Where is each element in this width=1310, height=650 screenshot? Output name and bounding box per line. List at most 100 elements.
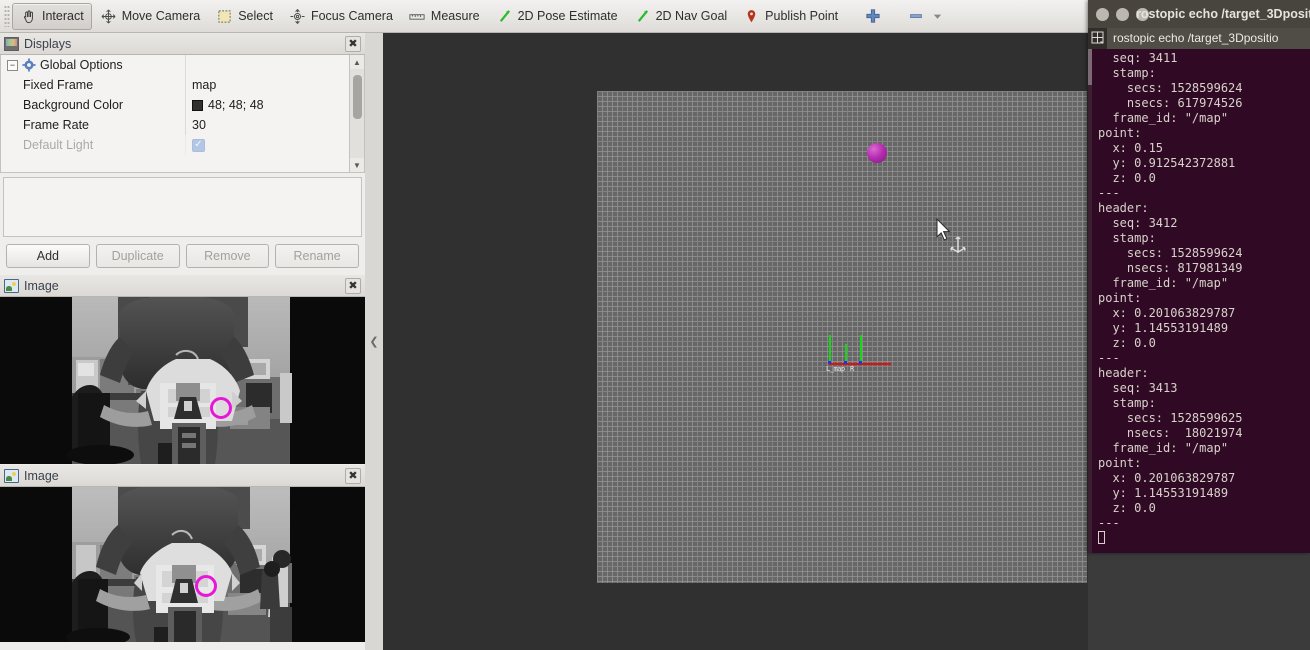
tree-row[interactable]: Fixed Frame map (1, 75, 364, 95)
duplicate-button[interactable]: Duplicate (95, 244, 180, 268)
tool-2d-pose-estimate-label: 2D Pose Estimate (517, 9, 618, 23)
tree-row[interactable]: Background Color 48; 48; 48 (1, 95, 364, 115)
tool-move-camera-label: Move Camera (121, 9, 201, 23)
tool-publish-point-label: Publish Point (765, 9, 839, 23)
image-icon (4, 278, 19, 293)
terminal-line: stamp: (1098, 231, 1156, 245)
chevron-down-icon (929, 8, 946, 25)
tool-add-new[interactable] (856, 3, 889, 30)
image-panel-1-close-icon[interactable]: ✖ (345, 278, 361, 294)
tool-remove-dropdown[interactable] (899, 3, 954, 30)
left-dock: Displays ✖ − Global Options Fixed Frame (0, 33, 365, 650)
remove-button[interactable]: Remove (185, 244, 270, 268)
tree-item-label: Background Color (23, 98, 124, 112)
image-panel-2-title: Image (24, 468, 59, 483)
terminal-line: point: (1098, 126, 1142, 140)
target-marker-overlay-2 (195, 575, 217, 597)
tool-measure[interactable]: Measure (401, 3, 488, 30)
scroll-down-icon[interactable]: ▼ (350, 158, 364, 172)
image-panel-1-header: Image ✖ (0, 275, 365, 297)
terminal-line: stamp: (1098, 396, 1156, 410)
tool-2d-nav-goal[interactable]: 2D Nav Goal (626, 3, 736, 30)
toolbar-drag-grip[interactable] (4, 5, 10, 27)
tree-row[interactable]: Default Light ✓ (1, 135, 364, 155)
tool-2d-pose-estimate[interactable]: 2D Pose Estimate (488, 3, 626, 30)
move-camera-icon (100, 8, 117, 25)
tool-select[interactable]: Select (208, 3, 281, 30)
minus-icon (907, 8, 924, 25)
terminal-cursor (1098, 531, 1105, 544)
image-panel-2-header: Image ✖ (0, 465, 365, 487)
terminal-line: nsecs: 617974526 (1098, 96, 1243, 110)
terminal-tab-title[interactable]: rostopic echo /target_3Dpositio (1107, 27, 1310, 49)
tree-item-label: Global Options (40, 58, 123, 72)
gear-icon (22, 58, 36, 72)
terminal-line: y: 0.912542372881 (1098, 156, 1236, 170)
displays-tree[interactable]: − Global Options Fixed Frame map Backgro… (0, 55, 365, 173)
terminal-line: seq: 3411 (1098, 51, 1178, 65)
tool-2d-nav-goal-label: 2D Nav Goal (655, 9, 728, 23)
add-button[interactable]: Add (6, 244, 90, 268)
terminal-titlebar[interactable]: rostopic echo /target_3Dpositi (1088, 0, 1310, 28)
terminal-line: seq: 3413 (1098, 381, 1178, 395)
image-panel-2-viewport[interactable] (0, 487, 365, 642)
scroll-up-icon[interactable]: ▲ (350, 55, 364, 69)
terminal-scrollbar[interactable] (1088, 49, 1092, 553)
displays-panel-title: Displays (24, 36, 72, 51)
tool-measure-label: Measure (430, 9, 480, 23)
terminal-output[interactable]: seq: 3411 stamp: secs: 1528599624 nsecs:… (1088, 49, 1310, 553)
tree-item-label: Frame Rate (23, 118, 89, 132)
collapse-expander-icon[interactable]: − (7, 59, 18, 71)
tree-item-value[interactable]: 30 (192, 118, 206, 132)
terminal-line: stamp: (1098, 66, 1156, 80)
terminal-line: seq: 3412 (1098, 216, 1178, 230)
terminal-line: y: 1.14553191489 (1098, 321, 1229, 335)
terminal-window[interactable]: rostopic echo /target_3Dpositi rostopic … (1088, 0, 1310, 553)
terminal-line: point: (1098, 291, 1142, 305)
terminal-line: x: 0.201063829787 (1098, 471, 1236, 485)
tree-item-label: Default Light (23, 138, 94, 152)
terminal-lines: seq: 3411 stamp: secs: 1528599624 nsecs:… (1092, 51, 1310, 531)
terminal-line: frame_id: "/map" (1098, 441, 1229, 455)
terminal-line: secs: 1528599625 (1098, 411, 1243, 425)
tool-focus-camera[interactable]: Focus Camera (281, 3, 401, 30)
tree-item-value[interactable]: map (192, 78, 216, 92)
terminal-tab-icon[interactable] (1088, 27, 1107, 49)
displays-button-row: Add Duplicate Remove Rename (0, 237, 365, 274)
terminal-line: x: 0.15 (1098, 141, 1164, 155)
tree-row[interactable]: Frame Rate 30 (1, 115, 364, 135)
image-panel-2-close-icon[interactable]: ✖ (345, 468, 361, 484)
displays-icon (4, 36, 19, 51)
select-rect-icon (216, 8, 233, 25)
dock-collapse-handle[interactable]: ❮ (365, 33, 383, 650)
displays-scrollbar[interactable]: ▲ ▼ (349, 55, 364, 172)
terminal-line: header: (1098, 366, 1149, 380)
displays-panel-close-icon[interactable]: ✖ (345, 36, 361, 52)
checkbox-default-light[interactable]: ✓ (192, 138, 205, 152)
tool-interact[interactable]: Interact (12, 2, 92, 30)
focus-camera-icon (289, 8, 306, 25)
image-panel-1-viewport[interactable] (0, 297, 365, 464)
ruler-icon (409, 8, 426, 25)
color-swatch[interactable] (192, 99, 203, 111)
tree-item-label: Fixed Frame (23, 78, 94, 92)
tree-row[interactable]: − Global Options (1, 55, 364, 75)
terminal-line: z: 0.0 (1098, 501, 1156, 515)
terminal-window-title: rostopic echo /target_3Dpositi (1136, 7, 1310, 21)
scrollbar-thumb[interactable] (353, 75, 362, 119)
nav-goal-arrow-icon (634, 8, 651, 25)
tool-publish-point[interactable]: Publish Point (735, 3, 846, 30)
terminal-line: z: 0.0 (1098, 171, 1156, 185)
terminal-tabbar: rostopic echo /target_3Dpositio (1088, 27, 1310, 49)
tf-frame-label-2: R (850, 365, 854, 373)
tool-move-camera[interactable]: Move Camera (92, 3, 209, 30)
terminal-line: nsecs: 18021974 (1098, 426, 1243, 440)
rviz-application-window: Interact Move Camera Select Focus Camera (0, 0, 1310, 650)
tree-item-value[interactable]: 48; 48; 48 (208, 98, 264, 112)
terminal-line: secs: 1528599624 (1098, 81, 1243, 95)
terminal-line: secs: 1528599624 (1098, 246, 1243, 260)
rename-button[interactable]: Rename (275, 244, 359, 268)
plus-icon (864, 8, 881, 25)
camera-image-2 (0, 487, 365, 642)
image-icon (4, 468, 19, 483)
